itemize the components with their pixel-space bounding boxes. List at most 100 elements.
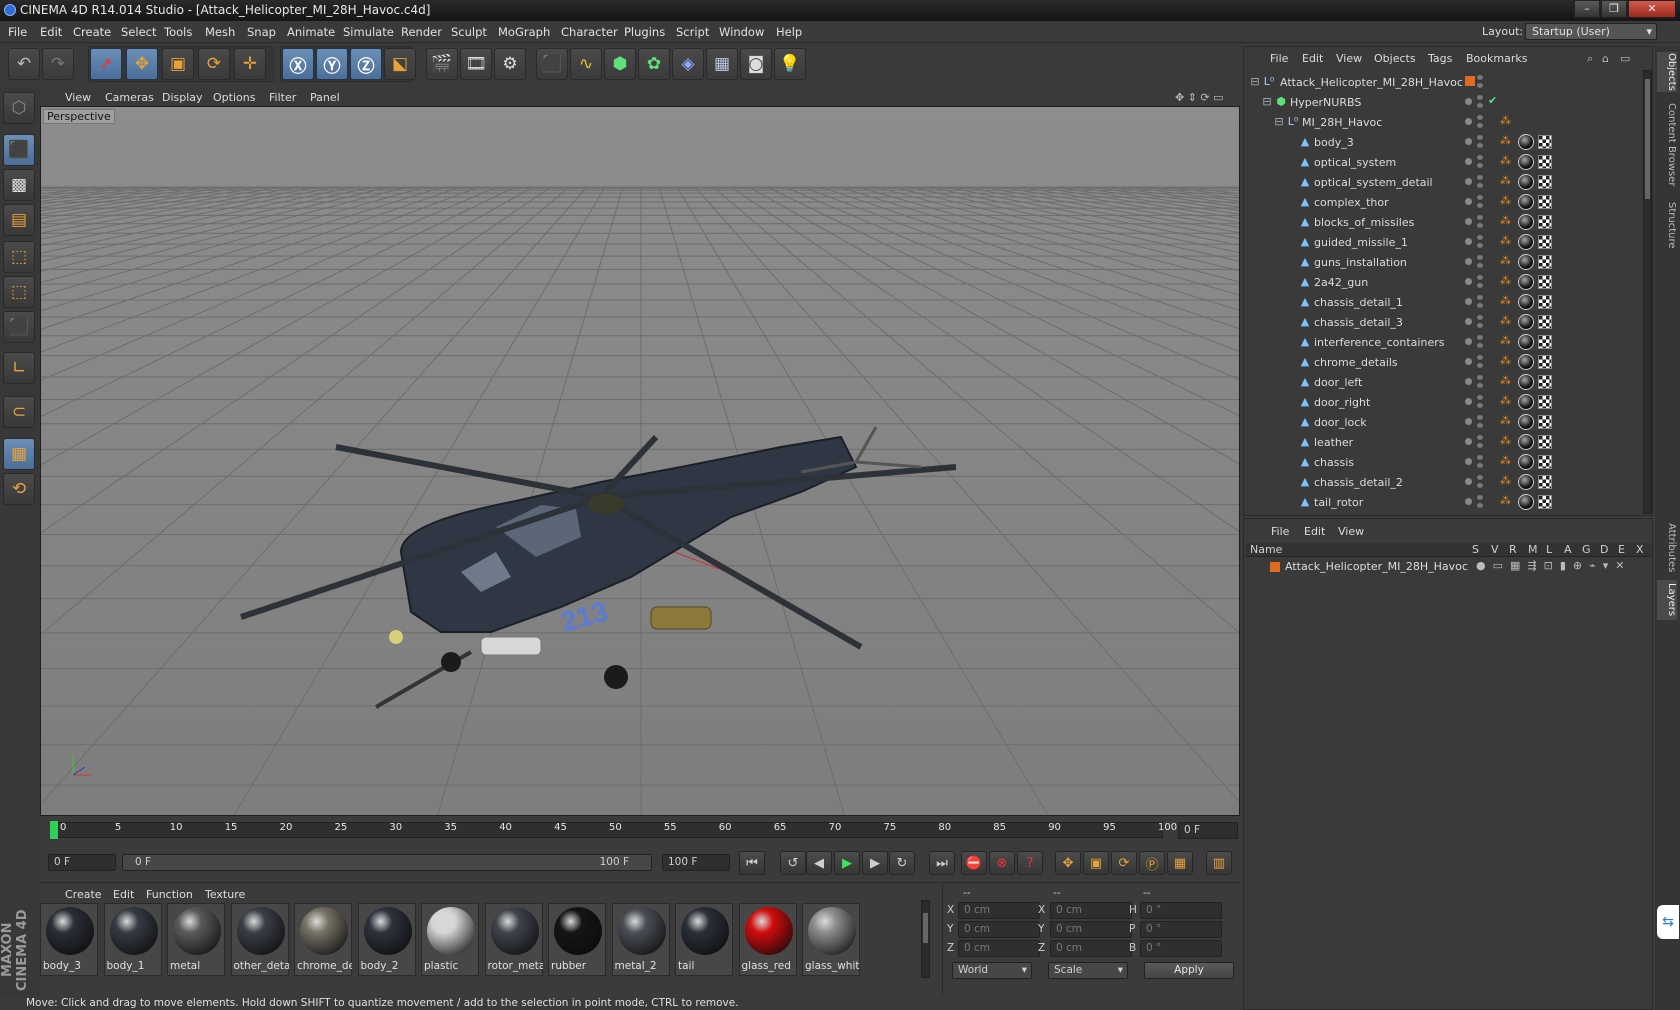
redo-button[interactable]: ↷: [42, 48, 74, 80]
editor-visibility-icon[interactable]: [1477, 175, 1483, 180]
material-tag-icon[interactable]: [1518, 454, 1534, 470]
editor-visibility-icon[interactable]: [1477, 255, 1483, 260]
coord-value-field[interactable]: 0 cm: [958, 940, 1040, 957]
new-view-icon[interactable]: ▭: [1620, 52, 1630, 65]
object-row-child[interactable]: ▲ chassis_detail_1 ⁂: [1246, 292, 1641, 312]
layer-col-v[interactable]: V: [1491, 543, 1499, 556]
render-settings-icon[interactable]: ⚙: [494, 48, 526, 80]
layer-col-x[interactable]: X: [1636, 543, 1644, 556]
render-visibility-icon[interactable]: [1477, 203, 1483, 208]
coord-value-field[interactable]: 0 °: [1140, 921, 1222, 938]
render-visibility-icon[interactable]: [1477, 323, 1483, 328]
texture-tag-icon[interactable]: [1538, 215, 1552, 229]
obj-menu-file[interactable]: File: [1270, 52, 1288, 65]
move-add-icon[interactable]: ✛: [234, 48, 266, 80]
cube-primitive-icon[interactable]: ⬛: [536, 48, 568, 80]
preview-range-slider[interactable]: 0 F 100 F: [122, 854, 652, 871]
material-tag-icon[interactable]: [1518, 474, 1534, 490]
texture-tag-icon[interactable]: [1538, 275, 1552, 289]
live-selection-icon[interactable]: ➚: [90, 48, 122, 80]
phong-tag-icon[interactable]: ⁂: [1500, 314, 1514, 330]
material-tag-icon[interactable]: [1518, 494, 1534, 510]
key-position-icon[interactable]: ✥: [1055, 851, 1081, 875]
x-axis-lock-icon[interactable]: Ⓧ: [282, 48, 314, 80]
start-frame-field[interactable]: 0 F: [48, 854, 116, 871]
render-visibility-icon[interactable]: [1477, 303, 1483, 308]
layer-flags-icons[interactable]: ●▭▦⇶⊡▮⊕⌁▾✕: [1476, 559, 1631, 572]
teamviewer-icon[interactable]: ⇆: [1657, 905, 1679, 939]
texture-tag-icon[interactable]: [1538, 175, 1552, 189]
menu-snap[interactable]: Snap: [247, 25, 276, 39]
menu-simulate[interactable]: Simulate: [343, 25, 394, 39]
workplane-mode-icon[interactable]: ▤: [3, 204, 35, 236]
material-tag-icon[interactable]: [1518, 274, 1534, 290]
coord-value-field[interactable]: 0 cm: [1050, 921, 1132, 938]
editor-visibility-icon[interactable]: [1477, 435, 1483, 440]
menu-help[interactable]: Help: [776, 25, 802, 39]
render-visibility-icon[interactable]: [1477, 483, 1483, 488]
material-tag-icon[interactable]: [1518, 414, 1534, 430]
editor-visibility-icon[interactable]: [1477, 235, 1483, 240]
render-visibility-icon[interactable]: [1477, 143, 1483, 148]
timeline-window-icon[interactable]: ▥: [1206, 851, 1232, 875]
object-row-child[interactable]: ▲ optical_system ⁂: [1246, 152, 1641, 172]
workplane-lock-icon[interactable]: ▦: [3, 438, 35, 470]
layer-col-a[interactable]: A: [1564, 543, 1572, 556]
editor-visibility-icon[interactable]: [1477, 195, 1483, 200]
phong-tag-icon[interactable]: ⁂: [1500, 214, 1514, 230]
material-swatch[interactable]: other_deta: [230, 903, 289, 976]
end-frame-field[interactable]: 100 F: [662, 854, 730, 871]
layer-menu-file[interactable]: File: [1271, 525, 1289, 538]
mat-menu-create[interactable]: Create: [65, 888, 102, 901]
menu-create[interactable]: Create: [73, 25, 111, 39]
keyframe-selection-icon[interactable]: ?: [1017, 851, 1043, 875]
object-row-child[interactable]: ▲ door_lock ⁂: [1246, 412, 1641, 432]
render-visibility-icon[interactable]: [1477, 443, 1483, 448]
layer-col-g[interactable]: G: [1582, 543, 1591, 556]
render-visibility-icon[interactable]: [1477, 163, 1483, 168]
layer-menu-edit[interactable]: Edit: [1304, 525, 1325, 538]
minimize-button[interactable]: –: [1574, 0, 1600, 18]
object-row-child[interactable]: ▲ chassis_detail_3 ⁂: [1246, 312, 1641, 332]
layer-col-e[interactable]: E: [1618, 543, 1625, 556]
object-row-root[interactable]: ⊟ L⁰ Attack_Helicopter_MI_28H_Havoc: [1246, 72, 1641, 92]
vp-menu-display[interactable]: Display: [162, 91, 203, 104]
material-tag-icon[interactable]: [1518, 314, 1534, 330]
points-mode-icon[interactable]: ⬚: [3, 241, 35, 273]
coord-value-field[interactable]: 0 °: [1140, 940, 1222, 957]
check-icon[interactable]: ✔: [1488, 94, 1497, 107]
editor-visibility-icon[interactable]: [1477, 335, 1483, 340]
maximize-button[interactable]: ❐: [1601, 0, 1627, 18]
menu-render[interactable]: Render: [401, 25, 442, 39]
render-visibility-icon[interactable]: [1477, 183, 1483, 188]
material-tag-icon[interactable]: [1518, 194, 1534, 210]
texture-tag-icon[interactable]: [1538, 335, 1552, 349]
phong-tag-icon[interactable]: ⁂: [1500, 194, 1514, 210]
obj-menu-bookmarks[interactable]: Bookmarks: [1466, 52, 1527, 65]
menu-animate[interactable]: Animate: [287, 25, 335, 39]
render-visibility-icon[interactable]: [1477, 383, 1483, 388]
coord-mode-select[interactable]: Scale ▾: [1048, 962, 1128, 979]
menu-character[interactable]: Character: [561, 25, 618, 39]
go-to-start-icon[interactable]: ⏮: [739, 851, 765, 875]
model-mode-icon[interactable]: ⬛: [3, 134, 35, 166]
timeline-ruler[interactable]: 0 5 10 15 20 25 30 35 40 45 50 55 60 65 70 75 80 85 90 95 10…: [40, 818, 1240, 844]
editor-visibility-icon[interactable]: [1477, 215, 1483, 220]
rotate-tool-icon[interactable]: ⟳: [198, 48, 230, 80]
editor-visibility-icon[interactable]: [1477, 475, 1483, 480]
key-pla-icon[interactable]: ▦: [1167, 851, 1193, 875]
editor-visibility-icon[interactable]: [1477, 275, 1483, 280]
spline-pen-icon[interactable]: ∿: [570, 48, 602, 80]
phong-tag-icon[interactable]: ⁂: [1500, 494, 1514, 510]
go-to-end-icon[interactable]: ⏭: [929, 851, 955, 875]
texture-tag-icon[interactable]: [1538, 195, 1552, 209]
edges-mode-icon[interactable]: ⬚: [3, 276, 35, 308]
tab-content-browser[interactable]: Content Browser: [1657, 100, 1677, 190]
vp-menu-view[interactable]: View: [65, 91, 91, 104]
cloner-icon[interactable]: ✿: [638, 48, 670, 80]
phong-tag-icon[interactable]: ⁂: [1500, 154, 1514, 170]
render-visibility-icon[interactable]: [1477, 503, 1483, 508]
texture-tag-icon[interactable]: [1538, 255, 1552, 269]
render-visibility-icon[interactable]: [1477, 363, 1483, 368]
key-scale-icon[interactable]: ▣: [1083, 851, 1109, 875]
